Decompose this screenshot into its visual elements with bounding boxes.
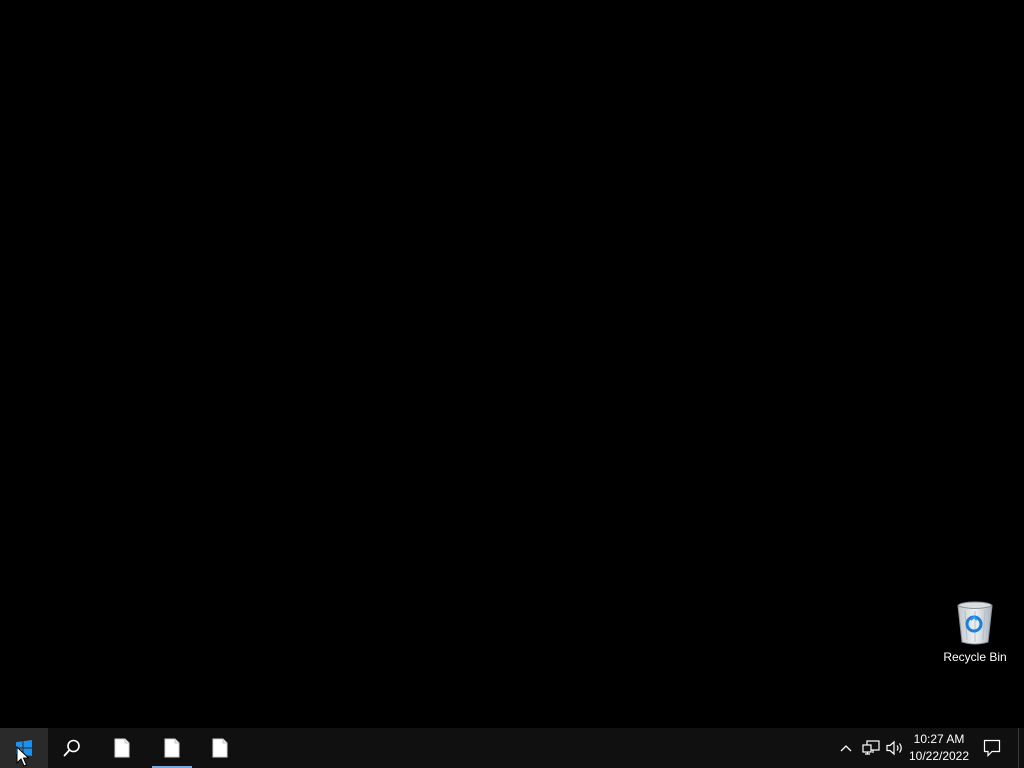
show-hidden-icons-button[interactable] (836, 728, 856, 768)
taskbar: 10:27 AM 10/22/2022 (0, 728, 1024, 768)
desktop[interactable]: Recycle Bin (0, 0, 1024, 728)
clock-button[interactable]: 10:27 AM 10/22/2022 (906, 728, 972, 768)
action-center-button[interactable] (976, 728, 1008, 768)
document-icon (114, 738, 130, 758)
action-center-icon (983, 739, 1001, 757)
recycle-bin-icon (957, 601, 993, 645)
volume-button[interactable] (884, 728, 906, 768)
taskbar-app-document-3[interactable] (200, 728, 240, 768)
taskbar-app-document-1[interactable] (102, 728, 142, 768)
chevron-up-icon (840, 745, 852, 752)
search-button[interactable] (48, 728, 96, 768)
start-button[interactable] (0, 728, 48, 768)
volume-icon (886, 740, 902, 756)
windows-logo-icon (16, 740, 32, 756)
search-icon (63, 739, 80, 757)
clock-date: 10/22/2022 (908, 749, 970, 763)
network-button[interactable] (860, 728, 882, 768)
document-icon (164, 738, 180, 758)
document-icon (212, 738, 228, 758)
show-desktop-button[interactable] (1018, 728, 1024, 768)
clock-time: 10:27 AM (913, 732, 965, 746)
taskbar-app-document-2[interactable] (152, 728, 192, 768)
network-icon (862, 740, 880, 755)
recycle-bin-shortcut[interactable]: Recycle Bin (940, 600, 1010, 672)
recycle-bin-label: Recycle Bin (943, 650, 1007, 664)
